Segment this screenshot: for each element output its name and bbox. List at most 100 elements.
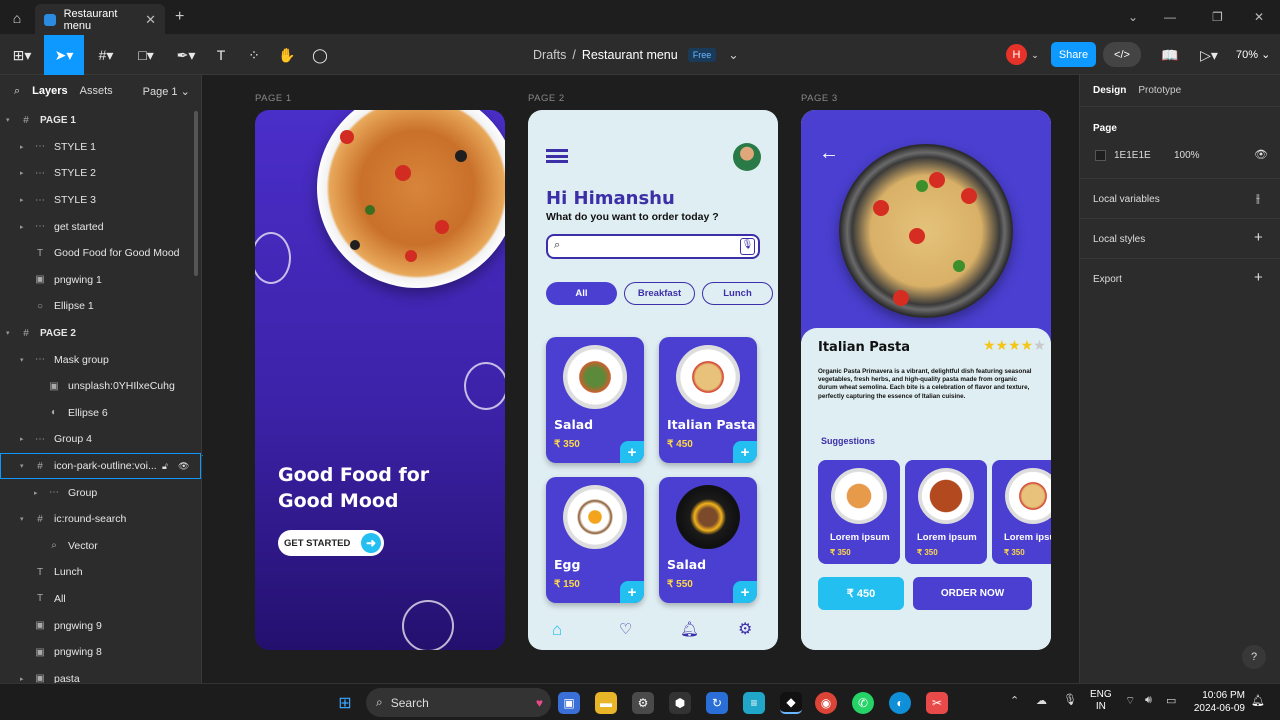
search-input[interactable]: ⌕ 🎙 — [546, 234, 760, 259]
chevron-down-icon[interactable]: ⌄ — [728, 47, 738, 62]
bell-icon[interactable]: 🔔︎ — [680, 620, 699, 638]
suggestion-card[interactable]: Lorem ipsum ₹ 350 — [905, 460, 987, 564]
chevron-up-icon[interactable]: ⌃ — [1010, 694, 1019, 707]
comment-tool-icon[interactable]: ◯ — [309, 35, 331, 75]
minimize-icon[interactable]: — — [1164, 10, 1176, 24]
heart-icon[interactable]: ♡ — [619, 620, 632, 638]
menu-card[interactable]: Italian Pasta ₹ 450 + — [659, 337, 757, 463]
microphone-icon[interactable]: 🎙 — [740, 238, 755, 255]
chevron-icon[interactable]: ▸ — [34, 489, 44, 497]
layer-row[interactable]: ○ Ellipse 1 — [0, 293, 201, 320]
cloud-icon[interactable]: ☁ — [1036, 694, 1047, 707]
page-1-frame[interactable]: Good Food for Good Mood GET STARTED ➜ — [255, 110, 505, 650]
close-window-icon[interactable]: ✕ — [1254, 10, 1264, 24]
edge-icon[interactable]: ◐ — [889, 692, 911, 714]
page-3-frame[interactable]: ← Italian Pasta ★★★★★ Organic Pasta Prim… — [801, 110, 1051, 650]
layer-row[interactable]: T All — [0, 586, 201, 613]
store-icon[interactable]: ▣ — [558, 692, 580, 714]
add-style-icon[interactable]: + — [1254, 229, 1263, 246]
close-tab-icon[interactable]: ✕ — [145, 12, 156, 28]
add-export-icon[interactable]: + — [1254, 269, 1263, 286]
windows-start-icon[interactable]: ⊞ — [334, 692, 356, 714]
home-icon[interactable]: ⌂ — [0, 0, 34, 35]
layer-row[interactable]: ⌕ Vector — [0, 533, 201, 560]
page-color-swatch[interactable] — [1095, 150, 1106, 161]
layer-row[interactable]: ▣ pngwing 8 — [0, 639, 201, 666]
tab-prototype[interactable]: Prototype — [1138, 85, 1181, 96]
browser-tab[interactable]: Restaurant menu ✕ — [35, 4, 165, 35]
add-to-cart-button[interactable]: + — [620, 581, 644, 603]
layer-row[interactable]: ▣ unsplash:0YHIlxeCuhg — [0, 373, 201, 400]
present-icon[interactable]: ▷▾ — [1196, 35, 1222, 75]
tab-layers[interactable]: Layers — [32, 85, 67, 97]
text-tool-icon[interactable]: T — [210, 35, 232, 75]
avatar[interactable]: H — [1006, 44, 1027, 65]
chevron-down-icon[interactable]: ⌄ — [1030, 35, 1040, 75]
menu-card[interactable]: Egg ₹ 150 + — [546, 477, 644, 603]
layer-row[interactable]: ▾ ⋯ Mask group — [0, 346, 201, 373]
tab-design[interactable]: Design — [1093, 85, 1126, 96]
new-tab-icon[interactable]: + — [175, 8, 184, 26]
add-to-cart-button[interactable]: + — [733, 581, 757, 603]
eye-icon[interactable]: 👁︎ — [178, 461, 189, 472]
chevron-icon[interactable]: ▸ — [20, 169, 30, 177]
layers-scrollbar[interactable] — [194, 111, 198, 276]
layer-row[interactable]: ▸ ⋯ STYLE 1 — [0, 134, 201, 161]
figma-icon[interactable]: ◆ — [780, 692, 802, 714]
hand-tool-icon[interactable]: ✋ — [276, 35, 298, 75]
page-2-frame[interactable]: Hi Himanshu What do you want to order to… — [528, 110, 778, 650]
unlock-icon[interactable]: 🔓︎ — [162, 461, 168, 472]
layer-row[interactable]: ▸ ⋯ STYLE 3 — [0, 187, 201, 214]
layer-row[interactable]: ▾ # icon-park-outline:voi... 🔓︎ 👁︎ — [0, 452, 201, 480]
layer-row[interactable]: ▾ # ic:round-search — [0, 506, 201, 533]
layer-row[interactable]: T Good Food for Good Mood — [0, 240, 201, 267]
zoom-level[interactable]: 70% ⌄ — [1236, 48, 1270, 61]
language-indicator[interactable]: ENG IN — [1090, 689, 1112, 713]
file-name[interactable]: Restaurant menu — [582, 48, 678, 62]
chevron-icon[interactable]: ▾ — [20, 462, 30, 470]
page-2-label[interactable]: PAGE 2 — [528, 93, 565, 104]
whatsapp-icon[interactable]: ✆ — [852, 692, 874, 714]
microphone-icon[interactable]: 🎙︎ — [1063, 693, 1077, 706]
layer-page-row[interactable]: ▾ # PAGE 2 — [0, 320, 201, 347]
gear-icon[interactable]: ⚙ — [738, 619, 752, 639]
page-opacity-value[interactable]: 100% — [1174, 150, 1200, 161]
battery-icon[interactable]: ▭ — [1166, 694, 1176, 707]
layer-row[interactable]: ▣ pngwing 9 — [0, 612, 201, 639]
app-icon[interactable]: ⬢ — [669, 692, 691, 714]
price-button[interactable]: ₹ 450 — [818, 577, 904, 610]
layer-row[interactable]: ▸ ▣ pasta — [0, 665, 201, 683]
variables-settings-icon[interactable]: ⫲ — [1256, 191, 1260, 206]
page-1-label[interactable]: PAGE 1 — [255, 93, 292, 104]
suggestion-card[interactable]: Lorem ipsum ₹ 350 — [818, 460, 900, 564]
share-button[interactable]: Share — [1051, 42, 1096, 67]
layer-row[interactable]: ▸ ⋯ Group — [0, 479, 201, 506]
pen-tool-icon[interactable]: ✒▾ — [170, 35, 202, 75]
library-icon[interactable]: 📖 — [1160, 35, 1180, 75]
shape-tool-icon[interactable]: □▾ — [130, 35, 162, 75]
chevron-icon[interactable]: ▾ — [20, 356, 30, 364]
page-3-label[interactable]: PAGE 3 — [801, 93, 838, 104]
layer-row[interactable]: T Lunch — [0, 559, 201, 586]
help-button[interactable]: ? — [1242, 645, 1266, 669]
chevron-icon[interactable]: ▸ — [20, 223, 30, 231]
sync-icon[interactable]: ↻ — [706, 692, 728, 714]
tab-assets[interactable]: Assets — [80, 85, 113, 97]
restore-icon[interactable]: ❐ — [1212, 10, 1223, 24]
add-to-cart-button[interactable]: + — [733, 441, 757, 463]
arrow-left-icon[interactable]: ← — [819, 142, 839, 165]
chip-lunch[interactable]: Lunch — [702, 282, 773, 305]
page-selector[interactable]: Page 1 ⌄ — [143, 85, 190, 98]
move-tool-icon[interactable]: ➤▾ — [44, 35, 84, 75]
chip-breakfast[interactable]: Breakfast — [624, 282, 695, 305]
design-canvas[interactable]: PAGE 1 PAGE 2 PAGE 3 Good Food for Good … — [202, 75, 1079, 683]
menu-card[interactable]: Salad ₹ 350 + — [546, 337, 644, 463]
chevron-icon[interactable]: ▾ — [6, 329, 16, 337]
layer-row[interactable]: ◐ Ellipse 6 — [0, 400, 201, 427]
layer-row[interactable]: ▣ pngwing 1 — [0, 267, 201, 294]
chevron-icon[interactable]: ▸ — [20, 196, 30, 204]
breadcrumb-drafts[interactable]: Drafts — [533, 48, 566, 62]
dev-mode-toggle[interactable]: </> — [1103, 42, 1141, 67]
suggestion-card[interactable]: Lorem ipsum ₹ 350 — [992, 460, 1051, 564]
chevron-down-icon[interactable]: ⌄ — [1128, 10, 1138, 24]
